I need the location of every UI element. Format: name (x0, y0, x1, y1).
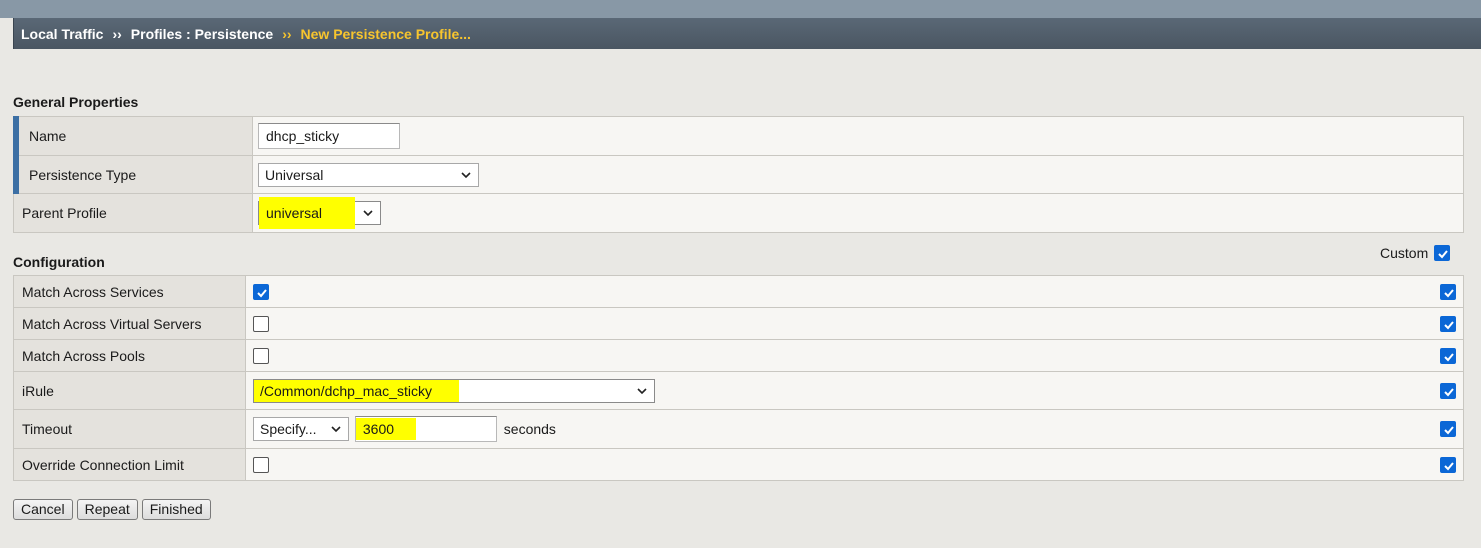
configuration-title: Configuration (13, 254, 105, 270)
table-row: Timeout Specify... 3600 seconds (13, 409, 1464, 449)
table-row: Match Across Virtual Servers (13, 307, 1464, 340)
cancel-button[interactable]: Cancel (13, 499, 73, 520)
checkmark-icon (1444, 288, 1454, 297)
name-label-cell: Name (13, 116, 253, 156)
persistence-type-select[interactable]: Universal (258, 162, 479, 187)
persistence-type-label: Persistence Type (29, 166, 137, 183)
persistence-type-value: Universal (265, 166, 324, 183)
checkmark-icon (1444, 426, 1454, 435)
checkmark-icon (1444, 387, 1454, 396)
breadcrumb-profiles-persistence[interactable]: Profiles : Persistence (131, 26, 273, 42)
name-input[interactable]: dhcp_sticky (258, 123, 400, 149)
general-properties-table: Name dhcp_sticky Persistence Type Univer… (13, 116, 1464, 233)
irule-custom-checkbox[interactable] (1440, 382, 1456, 399)
table-row: Parent Profile universal (13, 193, 1464, 233)
timeout-label: Timeout (22, 421, 73, 437)
chevron-down-icon (363, 210, 373, 217)
custom-toggle: Custom (1380, 245, 1451, 261)
irule-label: iRule (22, 382, 54, 399)
breadcrumb-local-traffic[interactable]: Local Traffic (21, 26, 103, 42)
match-across-services-label: Match Across Services (22, 283, 164, 300)
match-across-services-custom-checkbox[interactable] (1440, 283, 1456, 300)
table-row: Name dhcp_sticky (13, 116, 1464, 156)
override-connection-limit-label: Override Connection Limit (22, 456, 184, 473)
checkmark-icon (1444, 320, 1454, 329)
chevron-down-icon (637, 387, 647, 394)
checkmark-icon (257, 289, 267, 298)
checkmark-icon (1444, 461, 1454, 470)
table-row: iRule /Common/dchp_mac_sticky (13, 371, 1464, 410)
required-indicator (13, 155, 19, 194)
chevron-down-icon (331, 426, 341, 433)
irule-select[interactable]: /Common/dchp_mac_sticky (253, 378, 655, 403)
general-properties-title: General Properties (13, 94, 139, 110)
table-row: Override Connection Limit (13, 448, 1464, 481)
checkmark-icon (1438, 250, 1449, 259)
match-across-virtual-servers-checkbox[interactable] (253, 316, 269, 333)
irule-value: /Common/dchp_mac_sticky (254, 379, 459, 402)
custom-all-checkbox[interactable] (1434, 245, 1451, 261)
breadcrumb-separator: ›› (112, 25, 122, 42)
name-label: Name (29, 128, 67, 144)
match-across-pools-label: Match Across Pools (22, 347, 145, 364)
persistence-type-label-cell: Persistence Type (13, 155, 253, 194)
match-across-services-checkbox[interactable] (253, 284, 269, 301)
table-row: Match Across Pools (13, 339, 1464, 372)
checkmark-icon (1444, 352, 1454, 361)
parent-profile-label-cell: Parent Profile (13, 193, 253, 233)
parent-profile-value: universal (259, 197, 355, 229)
table-row: Persistence Type Universal (13, 155, 1464, 194)
timeout-seconds-value: 3600 (355, 418, 416, 440)
timeout-custom-checkbox[interactable] (1440, 421, 1456, 437)
required-indicator (13, 116, 19, 156)
timeout-unit-label: seconds (503, 421, 556, 437)
match-across-pools-checkbox[interactable] (253, 348, 269, 365)
timeout-seconds-input[interactable]: 3600 (354, 416, 497, 442)
match-across-virtual-servers-custom-checkbox[interactable] (1440, 315, 1456, 332)
match-across-virtual-servers-label: Match Across Virtual Servers (22, 315, 202, 332)
timeout-mode-select[interactable]: Specify... (253, 417, 349, 441)
configuration-table: Match Across Services Match Across Virtu… (13, 275, 1464, 481)
chevron-down-icon (461, 171, 471, 178)
parent-profile-label: Parent Profile (22, 205, 107, 221)
match-across-pools-custom-checkbox[interactable] (1440, 347, 1456, 364)
form-buttons: Cancel Repeat Finished (13, 499, 211, 520)
breadcrumb-separator: ›› (282, 25, 292, 42)
timeout-mode-value: Specify... (260, 421, 317, 437)
top-banner-strip (0, 0, 1481, 18)
parent-profile-select[interactable]: universal (258, 197, 381, 229)
repeat-button[interactable]: Repeat (76, 499, 138, 520)
breadcrumb: Local Traffic ›› Profiles : Persistence … (13, 18, 1481, 49)
breadcrumb-current-page: New Persistence Profile... (300, 25, 471, 42)
finished-button[interactable]: Finished (141, 499, 211, 520)
custom-label: Custom (1380, 245, 1429, 261)
override-connection-limit-custom-checkbox[interactable] (1440, 456, 1456, 473)
table-row: Match Across Services (13, 275, 1464, 308)
override-connection-limit-checkbox[interactable] (253, 457, 269, 474)
